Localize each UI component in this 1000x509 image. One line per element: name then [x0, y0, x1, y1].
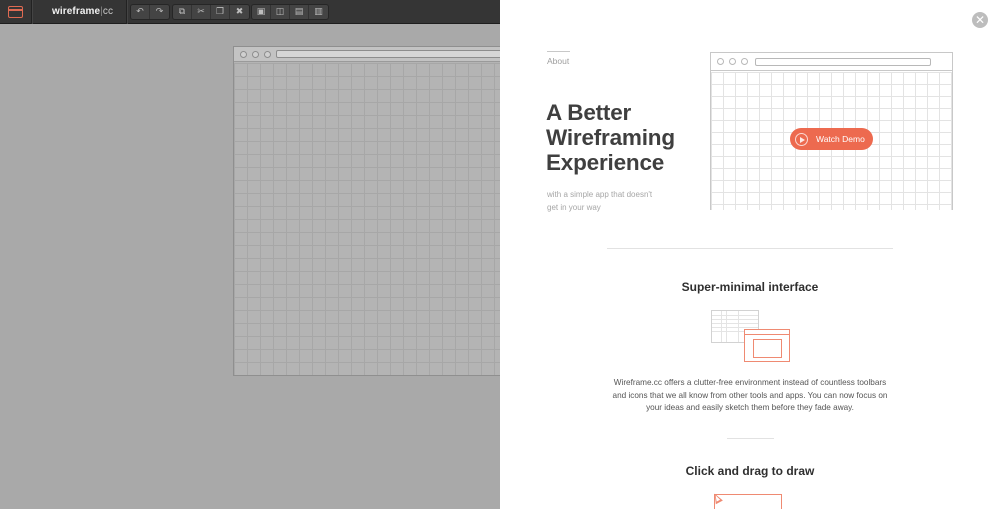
app-menu-icon[interactable]: [8, 6, 23, 18]
section-divider: [607, 248, 893, 249]
close-panel-button[interactable]: ✕: [972, 12, 988, 28]
canvas-browser-frame[interactable]: [233, 46, 523, 376]
draw-rectangle-illustration: [714, 494, 782, 509]
window-dot-icon: [741, 58, 748, 65]
toolbar-separator: [126, 0, 127, 24]
cut-icon: ✂: [197, 6, 205, 17]
app-brand: wireframe|cc: [52, 6, 113, 17]
demo-browser-bar: [711, 53, 952, 71]
send-back-icon: ▤: [294, 6, 304, 17]
window-dot-icon: [264, 51, 271, 58]
canvas-url-bar: [276, 50, 522, 58]
feature-description: Wireframe.cc offers a clutter-free envir…: [612, 378, 888, 412]
canvas-browser-bar: [234, 47, 522, 62]
bring-front-button[interactable]: ▥: [309, 5, 328, 19]
window-dot-icon: [717, 58, 724, 65]
top-toolbar: wireframe|cc ↶ ↷ ⧉ ✂ ❐ ✖ ▣ ◫ ▤ ▥: [0, 0, 500, 24]
group-button[interactable]: ◫: [271, 5, 290, 19]
cut-button[interactable]: ✂: [192, 5, 211, 19]
edit-button-group: ⧉ ✂ ❐ ✖: [172, 4, 250, 20]
window-dot-icon: [240, 51, 247, 58]
arrange-button-group: ▣ ◫ ▤ ▥: [251, 4, 329, 20]
duplicate-icon: ⧉: [178, 6, 186, 17]
about-rule: [547, 51, 570, 52]
brand-name: wireframe: [52, 6, 101, 17]
feature-title: Super-minimal interface: [681, 280, 819, 294]
bring-front-icon: ▥: [314, 6, 323, 17]
window-dot-icon: [729, 58, 736, 65]
section-divider: [727, 438, 774, 439]
duplicate-button[interactable]: ⧉: [173, 5, 192, 19]
copy-button[interactable]: ❐: [211, 5, 230, 19]
close-icon: ✕: [974, 13, 986, 27]
watch-demo-button[interactable]: Watch Demo: [790, 128, 873, 150]
play-icon: [795, 132, 808, 146]
minimal-ui-illustration: [744, 329, 790, 362]
hero-title: A Better Wireframing Experience: [546, 100, 675, 175]
send-back-button[interactable]: ▤: [290, 5, 309, 19]
delete-icon: ✖: [235, 6, 244, 17]
lock-button[interactable]: ▣: [252, 5, 271, 19]
redo-button[interactable]: ↷: [150, 5, 169, 19]
feature-title: Click and drag to draw: [685, 464, 815, 478]
window-dot-icon: [252, 51, 259, 58]
demo-url-bar: [755, 58, 931, 66]
hero-subtitle: with a simple app that doesn't get in yo…: [547, 190, 653, 212]
about-label: About: [547, 56, 570, 66]
undo-icon: ↶: [136, 6, 144, 17]
undo-button[interactable]: ↶: [131, 5, 150, 19]
copy-icon: ❐: [215, 6, 225, 17]
lock-icon: ▣: [256, 6, 266, 17]
redo-icon: ↷: [155, 6, 164, 17]
watch-demo-label: Watch Demo: [816, 134, 865, 144]
delete-button[interactable]: ✖: [230, 5, 249, 19]
brand-suffix: cc: [102, 6, 114, 17]
canvas-grid[interactable]: [234, 63, 522, 375]
history-button-group: ↶ ↷: [130, 4, 170, 20]
group-icon: ◫: [275, 6, 285, 17]
toolbar-separator: [31, 0, 32, 24]
